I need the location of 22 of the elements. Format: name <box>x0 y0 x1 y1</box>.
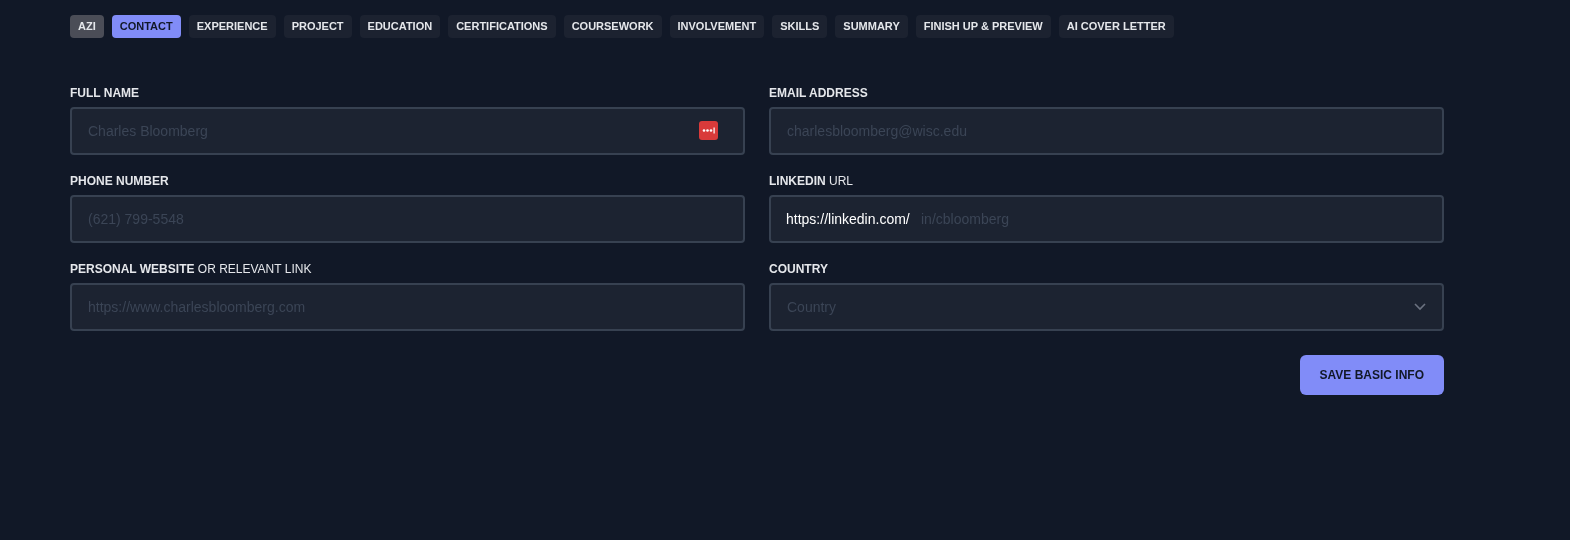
tab[interactable]: EXPERIENCE <box>188 15 276 38</box>
url-prefix: https://linkedin.com/ <box>786 210 910 228</box>
password-manager-icon[interactable] <box>699 121 718 140</box>
field-label: FULL NAME <box>70 85 141 101</box>
tab[interactable]: CONTACT <box>111 15 181 38</box>
tab[interactable]: INVOLVEMENT <box>669 15 765 38</box>
field-label: COUNTRY <box>769 261 829 277</box>
field-label: PERSONAL WEBSITE OR RELEVANT LINK <box>70 261 313 277</box>
chevron-down-icon <box>1414 303 1426 311</box>
save-basic-info-button[interactable]: SAVE BASIC INFO <box>1299 355 1444 395</box>
tab[interactable]: SUMMARY <box>835 15 908 38</box>
tab[interactable]: FINISH UP & PREVIEW <box>915 15 1051 38</box>
field-label: EMAIL ADDRESS <box>769 85 869 101</box>
field-label: LINKEDIN URL <box>769 173 854 189</box>
tab[interactable]: AI COVER LETTER <box>1058 15 1174 38</box>
tab[interactable]: CERTIFICATIONS <box>448 15 556 38</box>
badge-tab[interactable]: AZI <box>70 15 104 38</box>
tab[interactable]: COURSEWORK <box>563 15 662 38</box>
tab[interactable]: PROJECT <box>283 15 352 38</box>
tab[interactable]: EDUCATION <box>359 15 441 38</box>
field-label: PHONE NUMBER <box>70 173 170 189</box>
tab[interactable]: SKILLS <box>772 15 828 38</box>
